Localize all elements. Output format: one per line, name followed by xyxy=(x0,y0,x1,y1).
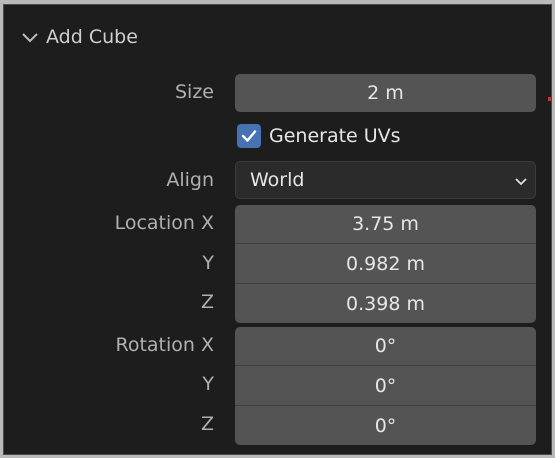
rotation-y-field[interactable]: 0° xyxy=(235,366,536,406)
rotation-z-field[interactable]: 0° xyxy=(235,406,536,445)
panel-title: Add Cube xyxy=(46,26,138,48)
generate-uvs-checkbox[interactable] xyxy=(237,124,261,148)
add-cube-panel: Add Cube Size 2 m Generate UVs Align Wor… xyxy=(3,4,552,455)
rotation-y-label: Y xyxy=(202,373,214,395)
align-label: Align xyxy=(166,169,214,191)
location-z-label: Z xyxy=(200,291,214,313)
location-x-label: Location X xyxy=(114,212,214,234)
chevron-down-icon[interactable] xyxy=(18,25,42,49)
rotation-x-label: Rotation X xyxy=(115,334,214,356)
generate-uvs-label: Generate UVs xyxy=(269,125,401,147)
location-x-field[interactable]: 3.75 m xyxy=(235,205,536,244)
rotation-x-field[interactable]: 0° xyxy=(235,327,536,366)
location-z-field[interactable]: 0.398 m xyxy=(235,284,536,323)
align-value: World xyxy=(250,169,305,191)
rotation-z-label: Z xyxy=(200,413,214,435)
size-field[interactable]: 2 m xyxy=(235,74,536,112)
panel-header[interactable]: Add Cube xyxy=(18,23,138,51)
location-y-field[interactable]: 0.982 m xyxy=(235,244,536,284)
size-label: Size xyxy=(174,81,214,103)
generate-uvs-toggle[interactable]: Generate UVs xyxy=(237,124,401,148)
align-dropdown[interactable]: World xyxy=(235,161,536,199)
checkmark-icon xyxy=(241,130,257,142)
location-y-label: Y xyxy=(202,252,214,274)
chevron-down-icon xyxy=(515,178,527,186)
edge-marker xyxy=(548,97,551,101)
